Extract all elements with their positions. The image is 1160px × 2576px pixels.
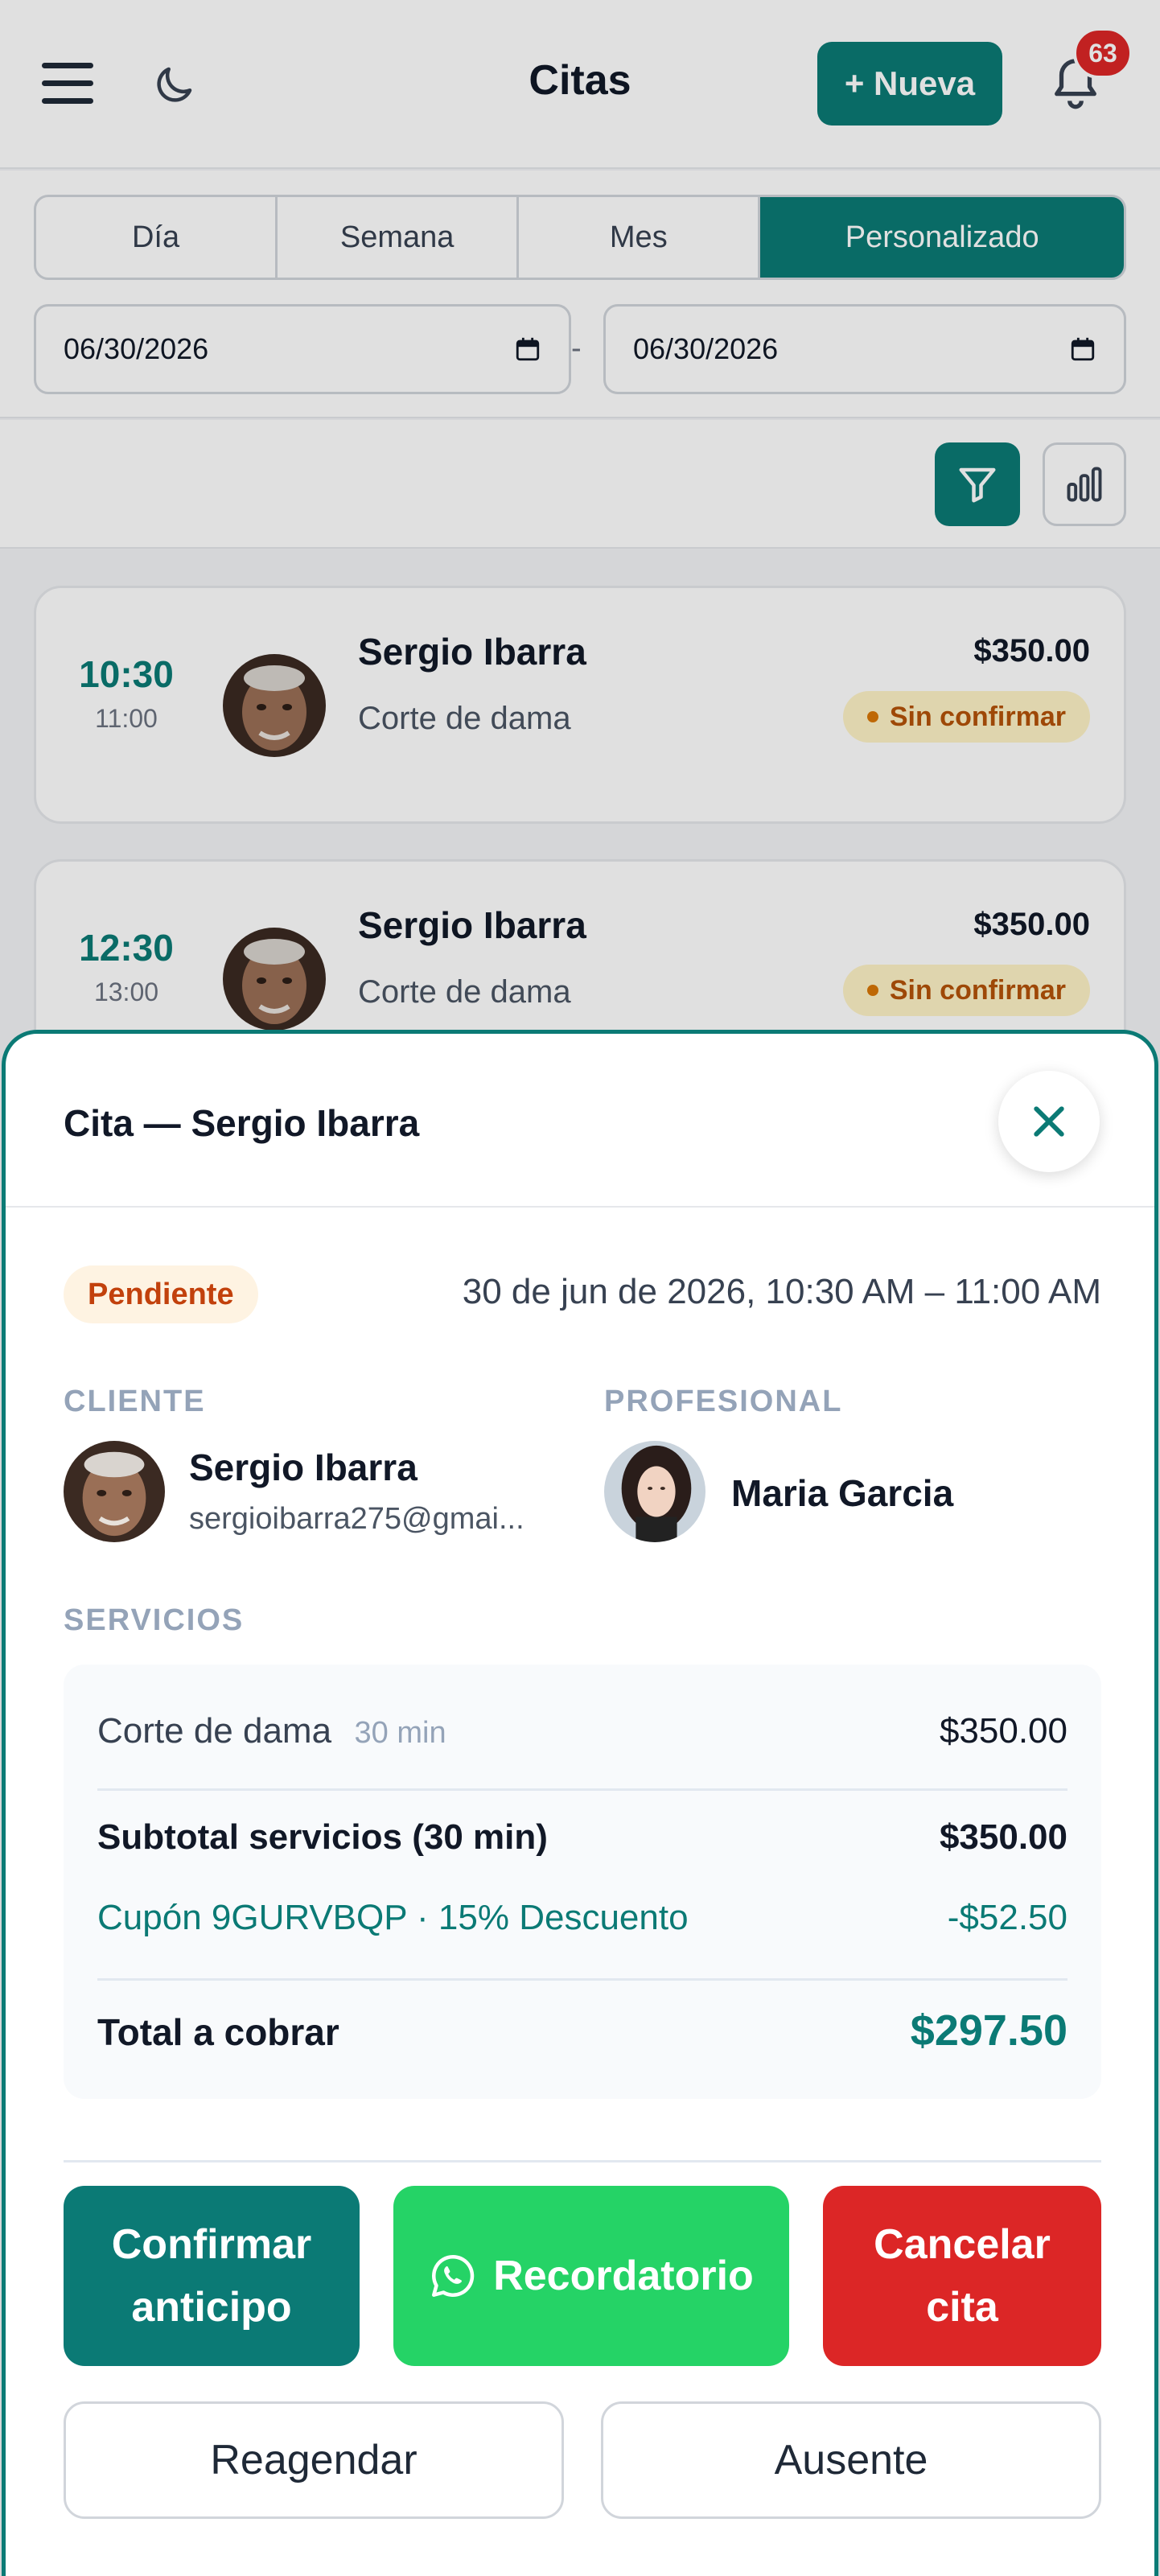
client-email: sergioibarra275@gmai... (189, 1502, 524, 1536)
services-section-label: SERVICIOS (64, 1603, 245, 1637)
subtotal-value: $350.00 (939, 1817, 1067, 1857)
professional-avatar (604, 1441, 705, 1542)
divider (64, 2160, 1101, 2162)
reminder-button[interactable]: Recordatorio (393, 2186, 789, 2366)
divider (97, 1788, 1067, 1791)
sheet-title: Cita — Sergio Ibarra (64, 1102, 420, 1144)
cancel-appointment-button[interactable]: Cancelar cita (823, 2186, 1101, 2366)
service-row: Corte de dama 30 min $350.00 (97, 1711, 1067, 1751)
cancel-label-line1: Cancelar (874, 2221, 1051, 2268)
confirm-deposit-button[interactable]: Confirmar anticipo (64, 2186, 360, 2366)
close-button[interactable] (998, 1071, 1100, 1172)
client-section-label: CLIENTE (64, 1385, 206, 1418)
divider (6, 1206, 1154, 1208)
professional-section-label: PROFESIONAL (604, 1385, 843, 1418)
confirm-label-line2: anticipo (131, 2284, 292, 2331)
total-row: Total a cobrar $297.50 (97, 2006, 1067, 2055)
confirm-label-line1: Confirmar (111, 2221, 312, 2268)
professional-name: Maria Garcia (731, 1472, 954, 1514)
service-price: $350.00 (939, 1711, 1067, 1751)
appointment-detail-sheet: Cita — Sergio Ibarra Pendiente 30 de jun… (2, 1030, 1158, 2576)
cancel-label-line2: cita (926, 2284, 998, 2331)
mark-absent-button[interactable]: Ausente (601, 2401, 1101, 2519)
coupon-label: Cupón 9GURVBQP · 15% Descuento (97, 1898, 689, 1937)
client-avatar (64, 1441, 165, 1542)
appointment-datetime: 30 de jun de 2026, 10:30 AM – 11:00 AM (462, 1272, 1101, 1311)
reminder-label: Recordatorio (493, 2253, 754, 2299)
subtotal-label: Subtotal servicios (30 min) (97, 1817, 548, 1857)
services-summary: Corte de dama 30 min $350.00 Subtotal se… (64, 1665, 1101, 2099)
whatsapp-icon (432, 2254, 475, 2297)
divider (97, 1978, 1067, 1981)
service-duration: 30 min (354, 1716, 446, 1750)
service-name: Corte de dama (97, 1711, 332, 1751)
status-badge: Pendiente (64, 1265, 258, 1323)
total-label: Total a cobrar (97, 2011, 339, 2053)
subtotal-row: Subtotal servicios (30 min) $350.00 (97, 1817, 1067, 1858)
client-name: Sergio Ibarra (189, 1446, 418, 1488)
coupon-row: Cupón 9GURVBQP · 15% Descuento -$52.50 (97, 1898, 1067, 1938)
reschedule-button[interactable]: Reagendar (64, 2401, 564, 2519)
close-icon (1034, 1106, 1064, 1137)
coupon-value: -$52.50 (947, 1898, 1067, 1937)
total-value: $297.50 (910, 2006, 1067, 2055)
